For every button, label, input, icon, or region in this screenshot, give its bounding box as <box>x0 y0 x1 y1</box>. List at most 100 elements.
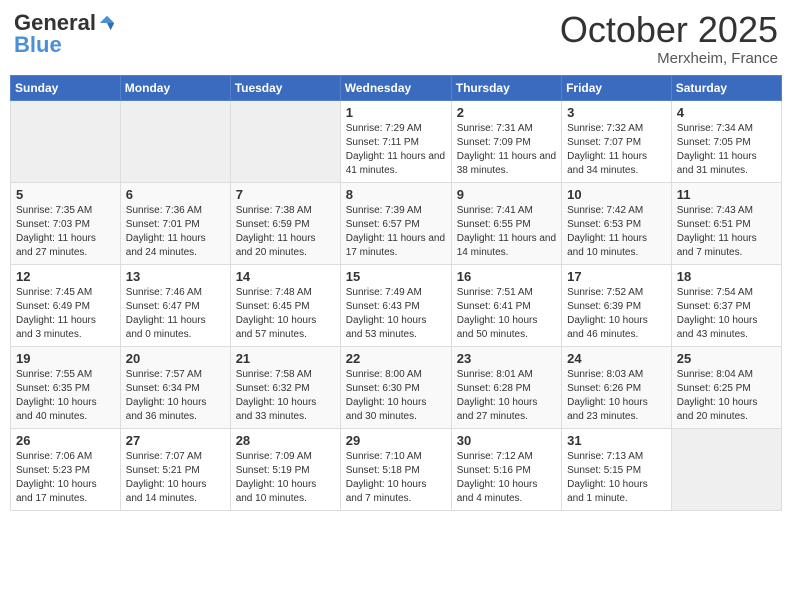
day-number: 9 <box>457 187 556 202</box>
day-info: Sunrise: 7:43 AM Sunset: 6:51 PM Dayligh… <box>677 204 776 260</box>
calendar-cell: 19 Sunrise: 7:55 AM Sunset: 6:35 PM Dayli… <box>11 346 121 428</box>
logo-icon <box>98 14 116 32</box>
calendar-cell: 25 Sunrise: 8:04 AM Sunset: 6:25 PM Dayli… <box>671 346 781 428</box>
day-number: 17 <box>567 269 666 284</box>
day-number: 22 <box>346 351 446 366</box>
calendar-cell: 26Sunrise: 7:06 AM Sunset: 5:23 PM Dayli… <box>11 428 121 510</box>
day-number: 18 <box>677 269 776 284</box>
weekday-header: Saturday <box>671 75 781 100</box>
day-info: Sunrise: 7:54 AM Sunset: 6:37 PM Dayligh… <box>677 286 776 342</box>
day-number: 6 <box>126 187 225 202</box>
day-info: Sunrise: 7:41 AM Sunset: 6:55 PM Dayligh… <box>457 204 556 260</box>
location: Merxheim, France <box>560 50 778 67</box>
day-number: 27 <box>126 433 225 448</box>
calendar-cell: 22Sunrise: 8:00 AM Sunset: 6:30 PM Dayli… <box>340 346 451 428</box>
day-info: Sunrise: 7:13 AM Sunset: 5:15 PM Dayligh… <box>567 450 666 506</box>
calendar-cell <box>671 428 781 510</box>
day-number: 25 <box>677 351 776 366</box>
calendar-cell: 13Sunrise: 7:46 AM Sunset: 6:47 PM Dayli… <box>120 264 230 346</box>
day-info: Sunrise: 7:55 AM Sunset: 6:35 PM Dayligh… <box>16 368 115 424</box>
calendar-cell: 21 Sunrise: 7:58 AM Sunset: 6:32 PM Dayli… <box>230 346 340 428</box>
day-number: 13 <box>126 269 225 284</box>
day-info: Sunrise: 7:32 AM Sunset: 7:07 PM Dayligh… <box>567 122 666 178</box>
calendar-cell: 16 Sunrise: 7:51 AM Sunset: 6:41 PM Dayli… <box>451 264 561 346</box>
calendar-cell: 7Sunrise: 7:38 AM Sunset: 6:59 PM Daylig… <box>230 182 340 264</box>
day-number: 3 <box>567 105 666 120</box>
weekday-header: Friday <box>562 75 672 100</box>
day-number: 21 <box>236 351 335 366</box>
calendar-cell: 31 Sunrise: 7:13 AM Sunset: 5:15 PM Dayli… <box>562 428 672 510</box>
weekday-header-row: SundayMondayTuesdayWednesdayThursdayFrid… <box>11 75 782 100</box>
calendar-week-row: 1Sunrise: 7:29 AM Sunset: 7:11 PM Daylig… <box>11 100 782 182</box>
day-info: Sunrise: 8:01 AM Sunset: 6:28 PM Dayligh… <box>457 368 556 424</box>
day-info: Sunrise: 7:49 AM Sunset: 6:43 PM Dayligh… <box>346 286 446 342</box>
day-number: 10 <box>567 187 666 202</box>
day-info: Sunrise: 7:58 AM Sunset: 6:32 PM Dayligh… <box>236 368 335 424</box>
calendar-cell: 14Sunrise: 7:48 AM Sunset: 6:45 PM Dayli… <box>230 264 340 346</box>
calendar-cell: 15Sunrise: 7:49 AM Sunset: 6:43 PM Dayli… <box>340 264 451 346</box>
calendar-cell: 4Sunrise: 7:34 AM Sunset: 7:05 PM Daylig… <box>671 100 781 182</box>
day-info: Sunrise: 7:35 AM Sunset: 7:03 PM Dayligh… <box>16 204 115 260</box>
day-info: Sunrise: 7:31 AM Sunset: 7:09 PM Dayligh… <box>457 122 556 178</box>
day-number: 19 <box>16 351 115 366</box>
day-number: 24 <box>567 351 666 366</box>
calendar-cell: 17 Sunrise: 7:52 AM Sunset: 6:39 PM Dayli… <box>562 264 672 346</box>
calendar-week-row: 5 Sunrise: 7:35 AM Sunset: 7:03 PM Daylig… <box>11 182 782 264</box>
day-info: Sunrise: 7:42 AM Sunset: 6:53 PM Dayligh… <box>567 204 666 260</box>
calendar-cell: 8 Sunrise: 7:39 AM Sunset: 6:57 PM Daylig… <box>340 182 451 264</box>
logo: General Blue <box>14 10 116 58</box>
weekday-header: Thursday <box>451 75 561 100</box>
day-info: Sunrise: 7:57 AM Sunset: 6:34 PM Dayligh… <box>126 368 225 424</box>
day-info: Sunrise: 8:04 AM Sunset: 6:25 PM Dayligh… <box>677 368 776 424</box>
calendar-cell: 3 Sunrise: 7:32 AM Sunset: 7:07 PM Daylig… <box>562 100 672 182</box>
calendar-cell: 20 Sunrise: 7:57 AM Sunset: 6:34 PM Dayli… <box>120 346 230 428</box>
weekday-header: Wednesday <box>340 75 451 100</box>
calendar-week-row: 12Sunrise: 7:45 AM Sunset: 6:49 PM Dayli… <box>11 264 782 346</box>
day-number: 31 <box>567 433 666 448</box>
calendar-cell: 10 Sunrise: 7:42 AM Sunset: 6:53 PM Dayli… <box>562 182 672 264</box>
day-info: Sunrise: 7:34 AM Sunset: 7:05 PM Dayligh… <box>677 122 776 178</box>
weekday-header: Tuesday <box>230 75 340 100</box>
day-number: 28 <box>236 433 335 448</box>
calendar: SundayMondayTuesdayWednesdayThursdayFrid… <box>10 75 782 511</box>
day-number: 20 <box>126 351 225 366</box>
day-number: 16 <box>457 269 556 284</box>
day-number: 23 <box>457 351 556 366</box>
calendar-cell: 27 Sunrise: 7:07 AM Sunset: 5:21 PM Dayli… <box>120 428 230 510</box>
calendar-cell: 9 Sunrise: 7:41 AM Sunset: 6:55 PM Daylig… <box>451 182 561 264</box>
day-info: Sunrise: 7:12 AM Sunset: 5:16 PM Dayligh… <box>457 450 556 506</box>
page-header: General Blue October 2025 Merxheim, Fran… <box>10 10 782 67</box>
day-number: 30 <box>457 433 556 448</box>
calendar-cell: 6 Sunrise: 7:36 AM Sunset: 7:01 PM Daylig… <box>120 182 230 264</box>
calendar-cell <box>11 100 121 182</box>
day-number: 8 <box>346 187 446 202</box>
day-info: Sunrise: 7:07 AM Sunset: 5:21 PM Dayligh… <box>126 450 225 506</box>
logo-blue: Blue <box>14 32 62 58</box>
calendar-cell: 30 Sunrise: 7:12 AM Sunset: 5:16 PM Dayli… <box>451 428 561 510</box>
day-info: Sunrise: 7:10 AM Sunset: 5:18 PM Dayligh… <box>346 450 446 506</box>
day-info: Sunrise: 8:03 AM Sunset: 6:26 PM Dayligh… <box>567 368 666 424</box>
calendar-cell: 18 Sunrise: 7:54 AM Sunset: 6:37 PM Dayli… <box>671 264 781 346</box>
day-info: Sunrise: 7:38 AM Sunset: 6:59 PM Dayligh… <box>236 204 335 260</box>
day-info: Sunrise: 7:51 AM Sunset: 6:41 PM Dayligh… <box>457 286 556 342</box>
month-title: October 2025 <box>560 10 778 50</box>
day-number: 14 <box>236 269 335 284</box>
calendar-cell: 29 Sunrise: 7:10 AM Sunset: 5:18 PM Dayli… <box>340 428 451 510</box>
day-number: 11 <box>677 187 776 202</box>
day-info: Sunrise: 7:52 AM Sunset: 6:39 PM Dayligh… <box>567 286 666 342</box>
day-info: Sunrise: 7:09 AM Sunset: 5:19 PM Dayligh… <box>236 450 335 506</box>
day-info: Sunrise: 7:29 AM Sunset: 7:11 PM Dayligh… <box>346 122 446 178</box>
calendar-cell: 12Sunrise: 7:45 AM Sunset: 6:49 PM Dayli… <box>11 264 121 346</box>
day-number: 2 <box>457 105 556 120</box>
day-info: Sunrise: 7:39 AM Sunset: 6:57 PM Dayligh… <box>346 204 446 260</box>
calendar-cell <box>230 100 340 182</box>
title-area: October 2025 Merxheim, France <box>560 10 778 67</box>
calendar-cell: 11 Sunrise: 7:43 AM Sunset: 6:51 PM Dayli… <box>671 182 781 264</box>
weekday-header: Monday <box>120 75 230 100</box>
day-number: 29 <box>346 433 446 448</box>
day-number: 12 <box>16 269 115 284</box>
calendar-cell: 24 Sunrise: 8:03 AM Sunset: 6:26 PM Dayli… <box>562 346 672 428</box>
calendar-cell: 23 Sunrise: 8:01 AM Sunset: 6:28 PM Dayli… <box>451 346 561 428</box>
day-info: Sunrise: 7:36 AM Sunset: 7:01 PM Dayligh… <box>126 204 225 260</box>
day-number: 5 <box>16 187 115 202</box>
